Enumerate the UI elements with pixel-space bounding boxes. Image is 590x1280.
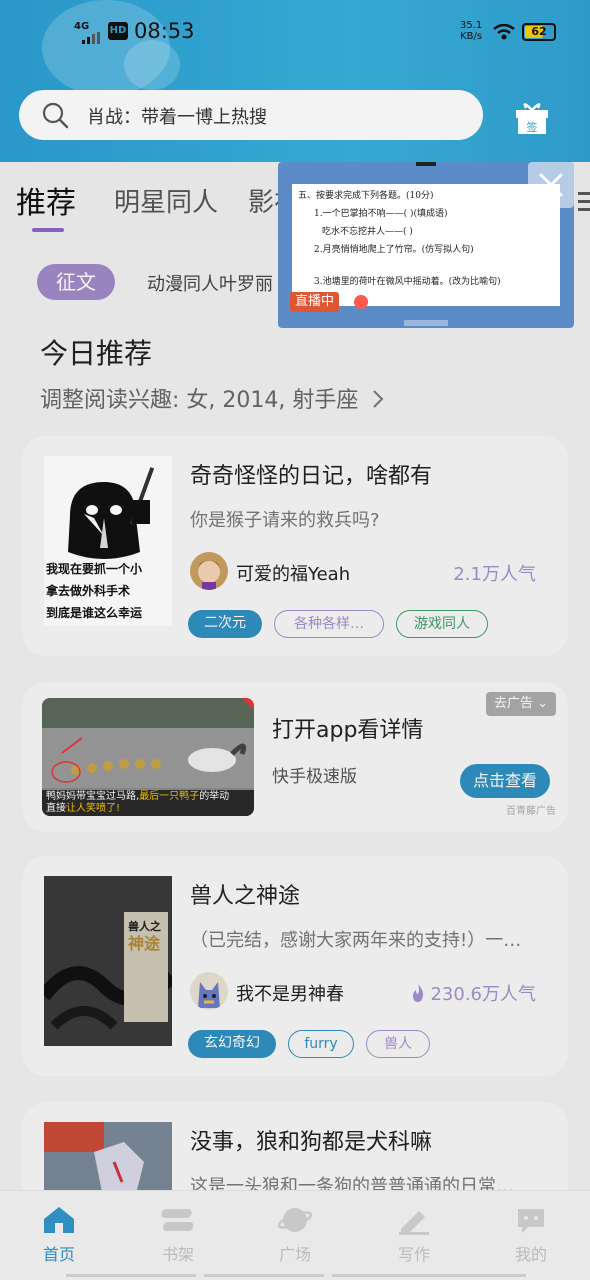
battery-icon: 62 <box>522 23 556 41</box>
book-title: 没事，狼和狗都是犬科嘛 <box>190 1130 433 1155</box>
pen-icon <box>399 1211 429 1235</box>
tag[interactable]: furry <box>288 1030 354 1058</box>
book-cover: 我现在要抓一个小 拿去做外科手术 到底是谁这么幸运 <box>44 456 172 626</box>
avatar <box>190 972 228 1010</box>
remove-ad-label: 去广告 <box>493 696 533 711</box>
tag[interactable]: 各种各样… <box>274 610 384 638</box>
book-card[interactable]: 兽人之 神途 兽人之神途 （已完结，感谢大家两年来的支持!）一… 我不是男神春 … <box>22 856 568 1076</box>
tag[interactable]: 游戏同人 <box>396 610 488 638</box>
nav-write-label: 写作 <box>397 1245 430 1264</box>
ad-title: 打开app看详情 <box>272 718 424 743</box>
tag[interactable]: 兽人 <box>366 1030 430 1058</box>
book-description: 这是一头狼和一条狗的普普通通的日常… <box>190 1176 514 1190</box>
close-live-button[interactable] <box>528 162 574 208</box>
chevron-right-icon <box>373 390 384 408</box>
author-name: 可爱的福Yeah <box>236 564 351 585</box>
nav-me[interactable]: 我的 <box>491 1205 571 1265</box>
book-title: 兽人之神途 <box>190 884 301 909</box>
live-handle <box>416 162 436 166</box>
popularity-count: 230.6万人气 <box>410 980 536 1006</box>
gift-label: 签 <box>527 120 538 134</box>
search-bar[interactable]: 肖战：带着一博上热搜 <box>19 90 483 140</box>
search-placeholder: 肖战：带着一博上热搜 <box>87 107 267 128</box>
speed-unit: KB/s <box>460 31 483 42</box>
bottom-nav: 首页 书架 广场 写作 我的 <box>0 1190 590 1280</box>
cover-caption: 我现在要抓一个小 拿去做外科手术 到底是谁这么幸运 <box>46 562 143 620</box>
battery-level: 62 <box>531 25 547 38</box>
chat-bubble-icon <box>518 1209 544 1233</box>
gift-icon[interactable]: 签 <box>512 100 552 136</box>
bookshelf-icon <box>161 1209 194 1231</box>
author-name: 我不是男神春 <box>236 984 344 1005</box>
book-cover <box>44 1122 172 1190</box>
tag[interactable]: 二次元 <box>188 610 262 638</box>
live-text-line: 五、按要求完成下列各题。(10分) <box>298 191 434 201</box>
nav-plaza-label: 广场 <box>278 1245 311 1264</box>
fire-icon <box>413 984 424 1002</box>
nav-me-label: 我的 <box>514 1245 547 1264</box>
book-card[interactable]: 没事，狼和狗都是犬科嘛 这是一头狼和一条狗的普普通通的日常… <box>22 1102 568 1190</box>
hd-badge: HD <box>108 22 128 40</box>
book-card[interactable]: 我现在要抓一个小 拿去做外科手术 到底是谁这么幸运 奇奇怪怪的日记，啥都有 你是… <box>22 436 568 656</box>
close-icon <box>539 173 563 197</box>
tab-star-fanfic[interactable]: 明星同人 <box>114 182 218 219</box>
chevron-down-icon: ⌄ <box>537 696 548 711</box>
live-toolbar <box>404 320 448 326</box>
app-header: 4G HD 08:53 35.1 KB/s 62 肖战：带着一博上热搜 签 <box>0 0 590 162</box>
nav-home-label: 首页 <box>42 1245 75 1264</box>
nav-bookshelf[interactable]: 书架 <box>138 1205 218 1265</box>
nav-home[interactable]: 首页 <box>19 1205 99 1265</box>
signal-icon <box>82 32 100 44</box>
ad-caption: 鸭妈妈带宝宝过马路,最后一只鸭子的举动 直接让人笑喷了! <box>46 791 230 814</box>
live-text-line: 3.池塘里的荷叶在微风中摇动着。(改为比喻句) <box>314 277 501 287</box>
home-icon <box>44 1207 74 1233</box>
interest-adjust-link[interactable]: 调整阅读兴趣: 女, 2014, 射手座 <box>40 382 385 414</box>
nav-bookshelf-label: 书架 <box>161 1245 194 1264</box>
ad-subtitle: 快手极速版 <box>272 767 357 787</box>
network-type: 4G <box>74 21 90 32</box>
popularity-count: 2.1万人气 <box>453 564 536 585</box>
ad-view-button[interactable]: 点击查看 <box>460 764 550 798</box>
active-tab-indicator <box>32 228 64 232</box>
contest-badge: 征文 <box>37 264 115 300</box>
avatar <box>190 552 228 590</box>
planet-icon <box>278 1208 312 1232</box>
gesture-bar <box>66 1274 196 1277</box>
ad-card[interactable]: 鸭妈妈带宝宝过马路,最后一只鸭子的举动 直接让人笑喷了! 打开app看详情 快手… <box>22 682 568 832</box>
nav-plaza[interactable]: 广场 <box>255 1205 335 1265</box>
gesture-bar <box>204 1274 324 1277</box>
ad-source: 百青藤广告 <box>506 806 556 817</box>
book-description: （已完结，感谢大家两年来的支持!）一… <box>190 930 522 951</box>
notice-text: 动漫同人叶罗丽 <box>147 274 273 295</box>
tab-recommend[interactable]: 推荐 <box>16 178 76 222</box>
section-title: 今日推荐 <box>40 337 153 370</box>
live-text-line: 2.月亮悄悄地爬上了竹帘。(仿写拟人句) <box>314 245 474 255</box>
live-video-frame: 五、按要求完成下列各题。(10分) 1.一个巴掌拍不响——( )(填成语) 吃水… <box>292 184 560 306</box>
speed-value: 35.1 <box>460 20 483 31</box>
gesture-bar <box>332 1274 526 1277</box>
nav-write[interactable]: 写作 <box>374 1205 454 1265</box>
book-title: 奇奇怪怪的日记，啥都有 <box>190 464 433 489</box>
status-bar: 4G HD 08:53 35.1 KB/s 62 <box>0 14 590 54</box>
ad-image: 鸭妈妈带宝宝过马路,最后一只鸭子的举动 直接让人笑喷了! <box>42 698 254 816</box>
remove-ad-button[interactable]: 去广告 ⌄ <box>485 692 556 716</box>
clock: 08:53 <box>134 19 195 43</box>
live-record-dot <box>354 295 368 309</box>
book-description: 你是猴子请来的救兵吗? <box>190 510 380 531</box>
menu-icon[interactable] <box>574 190 590 214</box>
tag[interactable]: 玄幻奇幻 <box>188 1030 276 1058</box>
live-badge: 直播中 <box>290 292 340 312</box>
book-cover: 兽人之 神途 <box>44 876 172 1046</box>
interest-text: 调整阅读兴趣: 女, 2014, 射手座 <box>40 388 359 413</box>
cover-caption: 兽人之 神途 <box>128 920 161 953</box>
live-text-line: 吃水不忘挖井人——( ) <box>322 227 413 237</box>
live-text-line: 1.一个巴掌拍不响——( )(填成语) <box>314 209 448 219</box>
network-speed: 35.1 KB/s <box>460 20 482 42</box>
wifi-icon <box>493 24 515 40</box>
search-icon <box>42 102 69 129</box>
